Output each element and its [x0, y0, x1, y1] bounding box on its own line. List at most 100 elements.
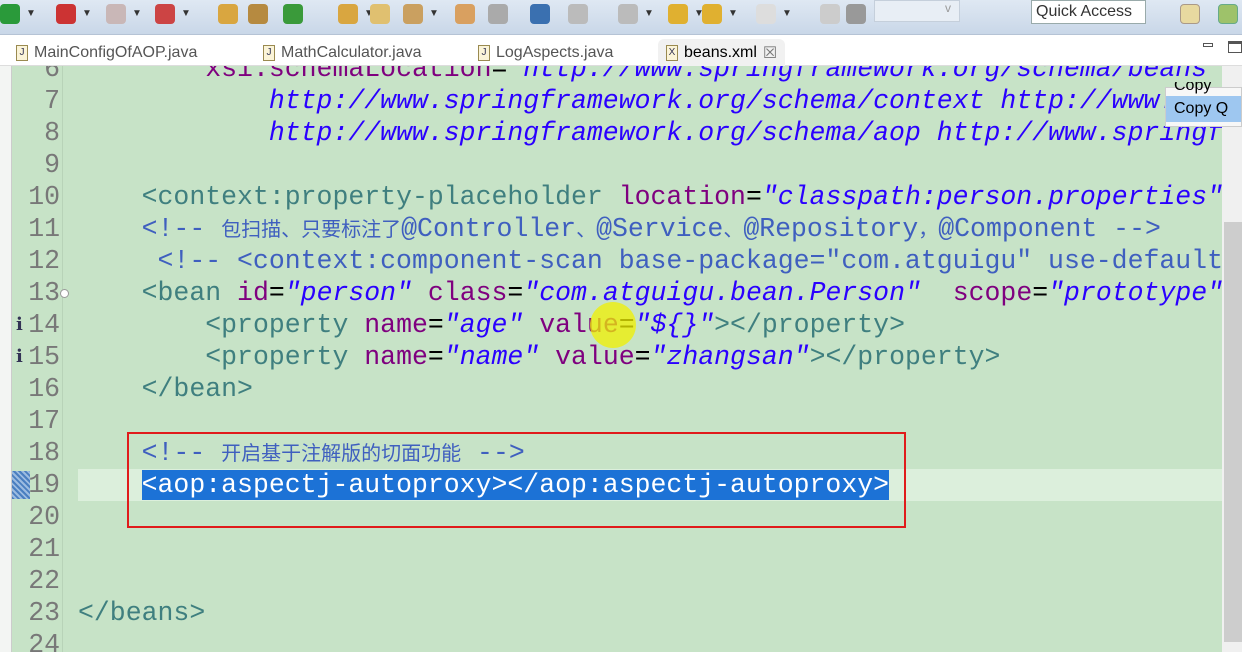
- run-icon[interactable]: [0, 4, 20, 24]
- popup-item-copy-qualified[interactable]: Copy Q: [1166, 96, 1241, 122]
- pin-icon[interactable]: [820, 4, 840, 24]
- code-line[interactable]: 11 <!-- 包扫描、只要标注了@Controller、@Service、@R…: [0, 213, 1222, 245]
- popup-item-copy[interactable]: Copy: [1166, 82, 1241, 96]
- code-text: <context:property-placeholder location="…: [78, 181, 1223, 213]
- external-tools-icon[interactable]: [155, 4, 175, 24]
- dropdown-arrow-icon[interactable]: ▼: [644, 8, 654, 19]
- open-perspective-icon[interactable]: [1180, 4, 1200, 24]
- token-k: =: [745, 182, 762, 212]
- code-line[interactable]: 24: [0, 629, 1222, 652]
- token-ccn: 、: [723, 217, 744, 241]
- token-c: @Controller: [401, 214, 577, 244]
- code-text: http://www.springframework.org/schema/co…: [78, 85, 1223, 117]
- highlight-box: [127, 432, 906, 528]
- debug-icon[interactable]: [56, 4, 76, 24]
- maximize-icon[interactable]: [1228, 41, 1242, 53]
- quick-access-input[interactable]: Quick Access: [1031, 0, 1146, 24]
- code-line[interactable]: 16 </bean>: [0, 373, 1222, 405]
- token-t: </bean>: [141, 374, 253, 404]
- java-ee-perspective-icon[interactable]: [1218, 4, 1238, 24]
- code-line[interactable]: 10 <context:property-placeholder locatio…: [0, 181, 1223, 213]
- xml-file-icon: X: [666, 44, 678, 61]
- tab-mathcalculator-java[interactable]: J MathCalculator.java: [255, 39, 430, 66]
- dropdown-arrow-icon[interactable]: ▼: [132, 8, 142, 19]
- line-number: 10: [28, 182, 60, 212]
- info-marker-icon[interactable]: i: [16, 309, 23, 341]
- caret-marker: [12, 471, 30, 499]
- code-text: <!-- 包扫描、只要标注了@Controller、@Service、@Repo…: [78, 213, 1161, 245]
- globe-icon[interactable]: [530, 4, 550, 24]
- line-number: 24: [28, 630, 60, 652]
- dropdown-arrow-icon[interactable]: ▼: [181, 8, 191, 19]
- line-number: 22: [28, 566, 60, 596]
- line-number: 6: [44, 66, 60, 84]
- toolbar-combo[interactable]: v: [874, 0, 960, 22]
- token-t: ></property>: [809, 342, 1001, 372]
- close-tab-icon[interactable]: ☒: [763, 43, 777, 63]
- token-a: scope: [952, 278, 1033, 308]
- token-v: "prototype": [1048, 278, 1224, 308]
- grid-icon[interactable]: [846, 4, 866, 24]
- info-marker-icon[interactable]: i: [16, 341, 23, 373]
- open-file-icon[interactable]: [370, 4, 390, 24]
- back-history-icon[interactable]: [702, 4, 722, 24]
- back-icon[interactable]: [668, 4, 688, 24]
- token-v: "${}": [634, 310, 715, 340]
- dropdown-arrow-icon[interactable]: ▼: [26, 8, 36, 19]
- line-number: 17: [28, 406, 60, 436]
- token-v: http://www.springframework.org/schema/co…: [268, 86, 1223, 116]
- minimize-icon[interactable]: [1203, 43, 1213, 47]
- chevron-down-icon: v: [945, 1, 951, 15]
- token-a: name: [364, 342, 428, 372]
- pen-icon[interactable]: [403, 4, 423, 24]
- token-v: "http://www.springframework.org/schema/b…: [507, 66, 1242, 84]
- forward-icon[interactable]: [756, 4, 776, 24]
- code-text: <bean id="person" class="com.atguigu.bea…: [78, 277, 1223, 309]
- token-a: location: [618, 182, 746, 212]
- bookmark-icon[interactable]: [455, 4, 475, 24]
- new-icon[interactable]: [218, 4, 238, 24]
- dropdown-arrow-icon[interactable]: ▼: [782, 8, 792, 19]
- code-line[interactable]: 9: [0, 149, 1222, 181]
- token-c: @Service: [596, 214, 724, 244]
- code-line[interactable]: 23 </beans>: [0, 597, 1222, 629]
- next-annotation-icon[interactable]: [568, 4, 588, 24]
- code-text: </beans>: [78, 597, 205, 629]
- dropdown-arrow-icon[interactable]: ▼: [728, 8, 738, 19]
- context-popup: Copy Copy Q: [1165, 82, 1242, 127]
- code-text: xsi:schemaLocation="http://www.springfra…: [78, 66, 1242, 85]
- tab-beans-xml[interactable]: Xbeans.xml ☒: [658, 39, 786, 66]
- token-v: http://www.springframework.org/schema/ao…: [268, 118, 1242, 148]
- code-text: http://www.springframework.org/schema/ao…: [78, 117, 1242, 149]
- code-text: </bean>: [78, 373, 253, 405]
- refresh-icon[interactable]: [283, 4, 303, 24]
- token-v: "classpath:person.properties": [761, 182, 1224, 212]
- open-folder-icon[interactable]: [338, 4, 358, 24]
- line-number: 21: [28, 534, 60, 564]
- stop-icon[interactable]: [106, 4, 126, 24]
- package-icon[interactable]: [248, 4, 268, 24]
- tab-mainconfigofaop-java[interactable]: J MainConfigOfAOP.java: [8, 39, 205, 66]
- code-line[interactable]: 8 http://www.springframework.org/schema/…: [0, 117, 1242, 149]
- code-line[interactable]: 7 http://www.springframework.org/schema/…: [0, 85, 1223, 117]
- dropdown-arrow-icon[interactable]: ▼: [429, 8, 439, 19]
- tab-logaspects-java[interactable]: J LogAspects.java: [470, 39, 621, 66]
- dropdown-arrow-icon[interactable]: ▼: [82, 8, 92, 19]
- code-text: <property name="name" value="zhangsan"><…: [78, 341, 1000, 373]
- settings-icon[interactable]: [488, 4, 508, 24]
- code-line[interactable]: 12 <!-- <context:component-scan base-pac…: [0, 245, 1223, 277]
- scrollbar-thumb[interactable]: [1224, 222, 1242, 642]
- code-line[interactable]: 6 xsi:schemaLocation="http://www.springf…: [0, 66, 1242, 85]
- xml-editor[interactable]: 6 xsi:schemaLocation="http://www.springf…: [0, 66, 1242, 652]
- code-line[interactable]: 22: [0, 565, 1222, 597]
- token-k: =: [427, 342, 444, 372]
- fold-icon[interactable]: [60, 289, 69, 298]
- line-number: 7: [44, 86, 60, 116]
- java-file-icon: J: [263, 44, 275, 61]
- token-c: @Repository: [743, 214, 919, 244]
- vertical-scrollbar[interactable]: [1222, 66, 1242, 652]
- code-line[interactable]: 21: [0, 533, 1222, 565]
- token-k: =: [634, 342, 651, 372]
- token-v: "zhangsan": [650, 342, 810, 372]
- prev-annotation-icon[interactable]: [618, 4, 638, 24]
